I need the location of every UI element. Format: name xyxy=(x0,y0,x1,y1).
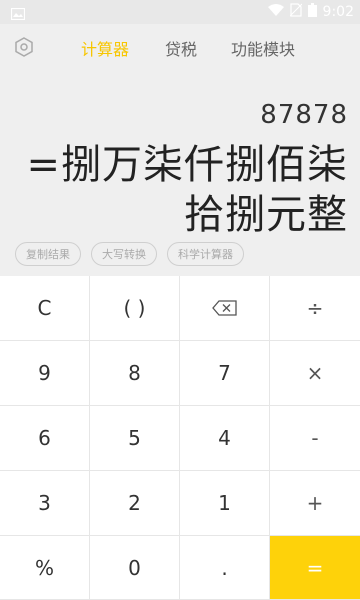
backspace-icon[interactable] xyxy=(180,276,270,341)
result-display: =捌万柒仟捌佰柒拾捌元整 xyxy=(26,142,348,238)
tab-calculator[interactable]: 计算器 xyxy=(81,36,129,60)
key-decimal[interactable]: . xyxy=(180,536,270,600)
key-1[interactable]: 1 xyxy=(180,471,270,536)
key-equals[interactable]: = xyxy=(270,536,360,600)
key-4[interactable]: 4 xyxy=(180,406,270,471)
display-area: 87878 =捌万柒仟捌佰柒拾捌元整 复制结果 大写转换 科学计算器 xyxy=(0,70,360,276)
uppercase-convert-button[interactable]: 大写转换 xyxy=(91,242,157,266)
tab-function-modules[interactable]: 功能模块 xyxy=(231,36,295,60)
key-9[interactable]: 9 xyxy=(0,341,90,406)
scientific-calculator-button[interactable]: 科学计算器 xyxy=(167,242,244,266)
key-divide[interactable]: ÷ xyxy=(270,276,360,341)
status-bar: 9:02 xyxy=(0,0,360,24)
tab-bar: 计算器 贷税 功能模块 xyxy=(0,24,360,70)
action-pills: 复制结果 大写转换 科学计算器 xyxy=(15,242,244,266)
key-clear[interactable]: C xyxy=(0,276,90,341)
keypad: C ( ) ÷ 9 8 7 × 6 5 4 - 3 2 1 + % 0 . = xyxy=(0,276,360,600)
battery-icon xyxy=(307,3,317,21)
key-parentheses[interactable]: ( ) xyxy=(90,276,180,341)
key-7[interactable]: 7 xyxy=(180,341,270,406)
key-3[interactable]: 3 xyxy=(0,471,90,536)
key-subtract[interactable]: - xyxy=(270,406,360,471)
key-0[interactable]: 0 xyxy=(90,536,180,600)
key-percent[interactable]: % xyxy=(0,536,90,600)
tab-loan-tax[interactable]: 贷税 xyxy=(165,36,197,60)
status-time: 9:02 xyxy=(322,4,354,20)
key-add[interactable]: + xyxy=(270,471,360,536)
key-5[interactable]: 5 xyxy=(90,406,180,471)
top-bar: 计算器 贷税 功能模块 xyxy=(0,24,360,70)
image-icon xyxy=(10,5,26,24)
key-multiply[interactable]: × xyxy=(270,341,360,406)
key-6[interactable]: 6 xyxy=(0,406,90,471)
wifi-icon xyxy=(267,4,284,20)
key-8[interactable]: 8 xyxy=(90,341,180,406)
expression-display: 87878 xyxy=(260,100,348,130)
copy-result-button[interactable]: 复制结果 xyxy=(15,242,81,266)
key-2[interactable]: 2 xyxy=(90,471,180,536)
no-sim-icon xyxy=(289,3,302,21)
